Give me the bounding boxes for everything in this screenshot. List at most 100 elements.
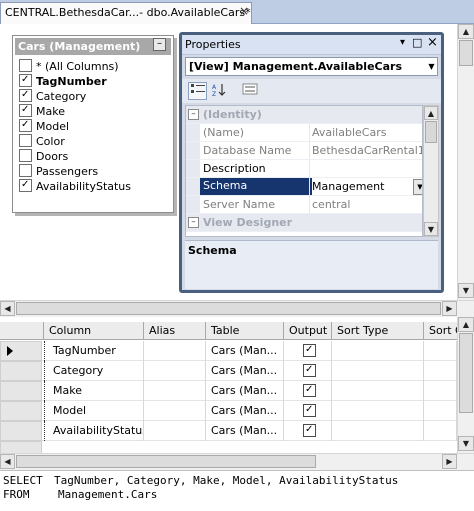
cell-alias[interactable] bbox=[144, 341, 206, 361]
column-checkbox[interactable] bbox=[19, 134, 32, 147]
row-header[interactable] bbox=[0, 421, 42, 441]
property-value[interactable]: central bbox=[312, 198, 350, 211]
cell-alias[interactable] bbox=[144, 381, 206, 401]
output-checkbox[interactable] bbox=[303, 364, 316, 377]
header-sort-order[interactable]: Sort O bbox=[424, 322, 457, 340]
grid-row[interactable]: Make Cars (Man... bbox=[0, 381, 457, 401]
grid-row[interactable]: AvailabilityStatus Cars (Man... bbox=[0, 421, 457, 441]
collapse-icon[interactable]: – bbox=[188, 217, 199, 228]
grid-row-new[interactable] bbox=[0, 441, 457, 453]
cell-table[interactable]: Cars (Man... bbox=[206, 381, 284, 401]
table-box-cars[interactable]: Cars (Management) – * (All Columns) TagNu… bbox=[12, 35, 174, 213]
header-column[interactable]: Column bbox=[44, 322, 144, 340]
property-value[interactable]: BethesdaCarRental1 bbox=[312, 144, 422, 157]
grid-vertical-scrollbar[interactable]: ▲ ▼ bbox=[457, 317, 474, 453]
cell-sort-order[interactable] bbox=[424, 381, 457, 401]
scroll-right-icon[interactable]: ▶ bbox=[442, 454, 457, 469]
property-row[interactable]: – View Designer bbox=[186, 214, 422, 232]
table-column-item[interactable]: AvailabilityStatus bbox=[19, 179, 169, 194]
cell-column[interactable]: TagNumber bbox=[44, 341, 144, 361]
grid-row[interactable]: Category Cars (Man... bbox=[0, 361, 457, 381]
header-output[interactable]: Output bbox=[284, 322, 332, 340]
grid-horizontal-scrollbar[interactable]: ◀ ▶ bbox=[0, 453, 474, 470]
scroll-up-icon[interactable]: ▲ bbox=[458, 317, 474, 332]
column-checkbox[interactable] bbox=[19, 104, 32, 117]
scroll-up-icon[interactable]: ▲ bbox=[424, 106, 438, 120]
property-value[interactable]: AvailableCars bbox=[312, 126, 386, 139]
grid-row[interactable]: Model Cars (Man... bbox=[0, 401, 457, 421]
cell-output[interactable] bbox=[284, 381, 332, 401]
cell-sort-order[interactable] bbox=[424, 361, 457, 381]
cell-column[interactable]: AvailabilityStatus bbox=[44, 421, 144, 441]
alphabetical-icon[interactable]: AZ bbox=[210, 82, 229, 100]
column-checkbox[interactable] bbox=[19, 119, 32, 132]
table-column-item[interactable]: Category bbox=[19, 89, 169, 104]
document-tab[interactable]: CENTRAL.BethesdaCar...- dbo.AvailableCar… bbox=[0, 2, 252, 24]
scroll-thumb[interactable] bbox=[425, 121, 437, 143]
cell-alias[interactable] bbox=[144, 421, 206, 441]
property-row[interactable]: Server Name central bbox=[186, 196, 422, 214]
column-checkbox[interactable] bbox=[19, 74, 32, 87]
scroll-down-icon[interactable]: ▼ bbox=[458, 283, 474, 298]
categorized-icon[interactable] bbox=[188, 82, 207, 100]
cell-output[interactable] bbox=[284, 341, 332, 361]
header-table[interactable]: Table bbox=[206, 322, 284, 340]
cell-sort-type[interactable] bbox=[332, 381, 424, 401]
diagram-horizontal-scrollbar[interactable]: ◀ ▶ bbox=[0, 300, 474, 317]
header-sort-type[interactable]: Sort Type bbox=[332, 322, 424, 340]
cell-column[interactable]: Make bbox=[44, 381, 144, 401]
output-checkbox[interactable] bbox=[303, 424, 316, 437]
cell-sort-type[interactable] bbox=[332, 421, 424, 441]
cell-table[interactable]: Cars (Man... bbox=[206, 401, 284, 421]
cell-table[interactable]: Cars (Man... bbox=[206, 361, 284, 381]
cell-output[interactable] bbox=[284, 421, 332, 441]
property-row[interactable]: (Name) AvailableCars bbox=[186, 124, 422, 142]
row-header[interactable] bbox=[0, 441, 42, 453]
column-checkbox[interactable] bbox=[19, 164, 32, 177]
scroll-thumb[interactable] bbox=[16, 302, 441, 315]
column-checkbox[interactable] bbox=[19, 179, 32, 192]
property-value[interactable]: Management bbox=[312, 180, 384, 193]
table-column-item[interactable]: Model bbox=[19, 119, 169, 134]
cell-sort-type[interactable] bbox=[332, 341, 424, 361]
diagram-vertical-scrollbar[interactable]: ▲ ▼ bbox=[457, 24, 474, 300]
window-position-icon[interactable]: ▾ bbox=[400, 37, 405, 48]
sql-pane[interactable]: SELECT TagNumber, Category, Make, Model,… bbox=[0, 470, 474, 511]
close-tab-icon[interactable]: × bbox=[239, 4, 251, 18]
column-checkbox[interactable] bbox=[19, 149, 32, 162]
output-checkbox[interactable] bbox=[303, 404, 316, 417]
cell-sort-type[interactable] bbox=[332, 401, 424, 421]
cell-output[interactable] bbox=[284, 401, 332, 421]
row-header[interactable] bbox=[0, 381, 42, 401]
table-column-item[interactable]: Make bbox=[19, 104, 169, 119]
minimize-icon[interactable]: – bbox=[153, 38, 166, 51]
cell-column[interactable]: Category bbox=[44, 361, 144, 381]
table-box-title[interactable]: Cars (Management) bbox=[15, 38, 171, 55]
scroll-right-icon[interactable]: ▶ bbox=[442, 301, 457, 316]
cell-sort-order[interactable] bbox=[424, 421, 457, 441]
grid-row[interactable]: TagNumber Cars (Man... bbox=[0, 341, 457, 361]
scroll-thumb[interactable] bbox=[459, 40, 473, 66]
scroll-down-icon[interactable]: ▼ bbox=[424, 222, 438, 236]
header-alias[interactable]: Alias bbox=[144, 322, 206, 340]
scroll-left-icon[interactable]: ◀ bbox=[0, 301, 15, 316]
table-column-item[interactable]: * (All Columns) bbox=[19, 59, 169, 74]
cell-alias[interactable] bbox=[144, 401, 206, 421]
collapse-icon[interactable]: – bbox=[188, 109, 199, 120]
property-row[interactable]: – (Identity) bbox=[186, 106, 422, 124]
column-checkbox[interactable] bbox=[19, 59, 32, 72]
output-checkbox[interactable] bbox=[303, 344, 316, 357]
row-header[interactable] bbox=[0, 341, 42, 361]
object-selector[interactable]: [View] Management.AvailableCars ▼ bbox=[185, 57, 438, 76]
cell-table[interactable]: Cars (Man... bbox=[206, 341, 284, 361]
scroll-left-icon[interactable]: ◀ bbox=[0, 454, 15, 469]
float-window-icon[interactable]: □ bbox=[412, 36, 422, 49]
table-column-item[interactable]: Color bbox=[19, 134, 169, 149]
row-header[interactable] bbox=[0, 361, 42, 381]
cell-column[interactable]: Model bbox=[44, 401, 144, 421]
table-column-item[interactable]: Passengers bbox=[19, 164, 169, 179]
property-row[interactable]: Database Name BethesdaCarRental1 bbox=[186, 142, 422, 160]
scroll-down-icon[interactable]: ▼ bbox=[458, 436, 474, 451]
property-grid-scrollbar[interactable]: ▲ ▼ bbox=[423, 105, 439, 237]
property-row[interactable]: Schema Management ▼ bbox=[186, 178, 422, 196]
